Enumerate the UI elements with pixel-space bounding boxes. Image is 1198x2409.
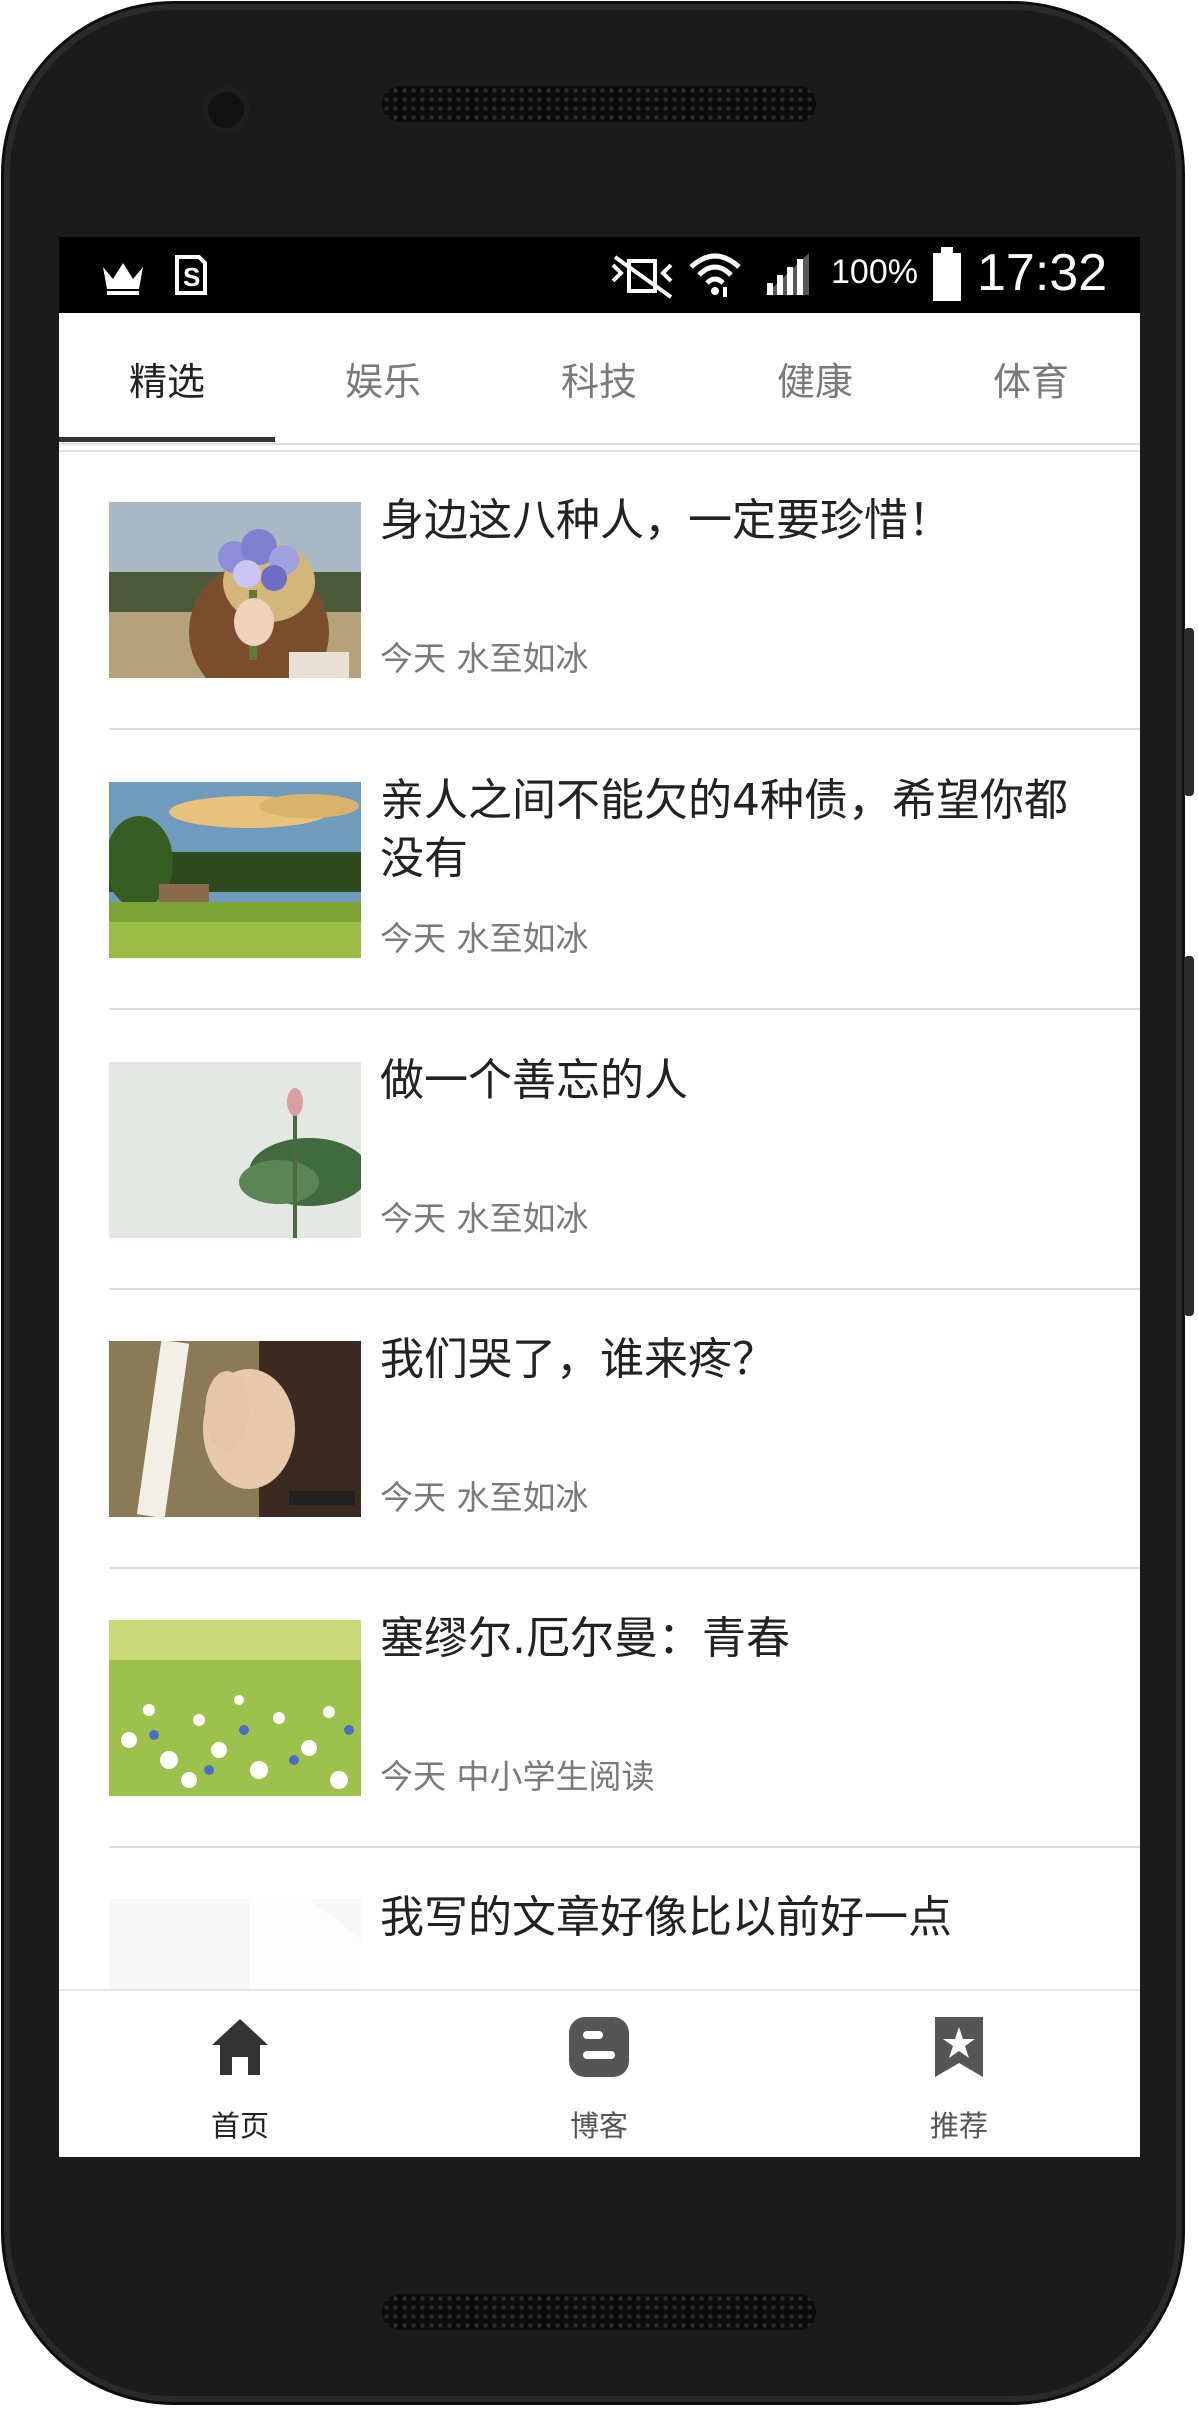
battery-percent: 100% — [831, 253, 918, 291]
article-divider — [109, 1008, 1140, 1010]
tab-label: 健康 — [776, 359, 853, 404]
s-app-icon: S — [171, 251, 211, 301]
article-title: 身边这八种人，一定要珍惜！ — [380, 495, 952, 546]
phone-frame: S 100% 17:32 精选 娱乐 科技 健康 体育 身边这八种人，一定要珍惜… — [4, 4, 1194, 2402]
wifi-icon — [687, 245, 743, 305]
blogger-icon — [569, 2017, 629, 2077]
category-tabs: 精选 娱乐 科技 健康 体育 — [59, 313, 1140, 443]
article-title: 塞缪尔.厄尔曼：青春 — [380, 1613, 790, 1664]
article-item[interactable]: 做一个善忘的人 今天 水至如冰 — [109, 1012, 1140, 1290]
top-speaker — [382, 86, 816, 122]
clock: 17:32 — [977, 244, 1108, 302]
nav-recommend[interactable]: 推荐 — [839, 1991, 1079, 2157]
article-thumbnail — [109, 502, 361, 678]
article-thumbnail — [109, 1341, 361, 1517]
active-tab-indicator — [59, 437, 275, 442]
article-title: 做一个善忘的人 — [380, 1055, 688, 1106]
nav-label: 博客 — [569, 2109, 628, 2143]
article-thumbnail — [109, 1062, 361, 1238]
tab-sports[interactable]: 体育 — [923, 313, 1139, 443]
volume-button — [1184, 956, 1194, 1316]
article-title: 亲人之间不能欠的4种债，希望你都没有 — [380, 775, 1068, 884]
article-meta: 今天 水至如冰 — [380, 1478, 589, 1517]
article-title: 我写的文章好像比以前好一点 — [380, 1892, 952, 1943]
signal-icon — [761, 249, 815, 303]
svg-text:S: S — [183, 262, 200, 292]
nav-home[interactable]: 首页 — [120, 1991, 360, 2157]
tab-technology[interactable]: 科技 — [491, 313, 707, 443]
crown-icon — [99, 257, 147, 301]
article-meta: 今天 水至如冰 — [380, 919, 589, 958]
article-thumbnail — [109, 1620, 361, 1796]
nav-blog[interactable]: 博客 — [479, 1991, 719, 2157]
screen: S 100% 17:32 精选 娱乐 科技 健康 体育 身边这八种人，一定要珍惜… — [59, 237, 1140, 2157]
article-item[interactable]: 我们哭了，谁来疼？ 今天 水至如冰 — [109, 1291, 1140, 1569]
vibrate-mute-icon — [607, 253, 677, 303]
tab-label: 娱乐 — [344, 359, 421, 404]
article-item[interactable]: 亲人之间不能欠的4种债，希望你都没有 今天 水至如冰 — [109, 732, 1140, 1010]
bookmark-star-icon — [935, 2017, 983, 2077]
tab-label: 体育 — [992, 359, 1069, 404]
article-divider — [109, 1846, 1140, 1848]
article-meta: 今天 水至如冰 — [380, 1199, 589, 1238]
article-divider — [109, 1288, 1140, 1290]
tab-featured[interactable]: 精选 — [59, 313, 275, 443]
article-item[interactable]: 身边这八种人，一定要珍惜！ 今天 水至如冰 — [109, 452, 1140, 730]
article-title: 我们哭了，谁来疼？ — [380, 1334, 776, 1385]
tab-label: 精选 — [128, 359, 205, 404]
bottom-navigation: 首页 博客 推荐 — [59, 1989, 1140, 2157]
bottom-speaker — [382, 2294, 816, 2330]
tab-health[interactable]: 健康 — [707, 313, 923, 443]
home-icon — [212, 2019, 268, 2075]
status-bar: S 100% 17:32 — [59, 237, 1140, 313]
nav-label: 推荐 — [929, 2109, 988, 2143]
tab-entertainment[interactable]: 娱乐 — [275, 313, 491, 443]
article-meta: 今天 水至如冰 — [380, 639, 589, 678]
tab-label: 科技 — [560, 359, 637, 404]
article-divider — [109, 1567, 1140, 1569]
nav-label: 首页 — [210, 2109, 269, 2143]
article-divider — [109, 728, 1140, 730]
tabs-divider — [59, 443, 1140, 445]
article-item[interactable]: 塞缪尔.厄尔曼：青春 今天 中小学生阅读 — [109, 1570, 1140, 1848]
battery-icon — [931, 245, 963, 307]
article-thumbnail — [109, 782, 361, 958]
article-meta: 今天 中小学生阅读 — [380, 1757, 655, 1796]
power-button — [1184, 628, 1194, 796]
front-camera — [202, 86, 250, 134]
